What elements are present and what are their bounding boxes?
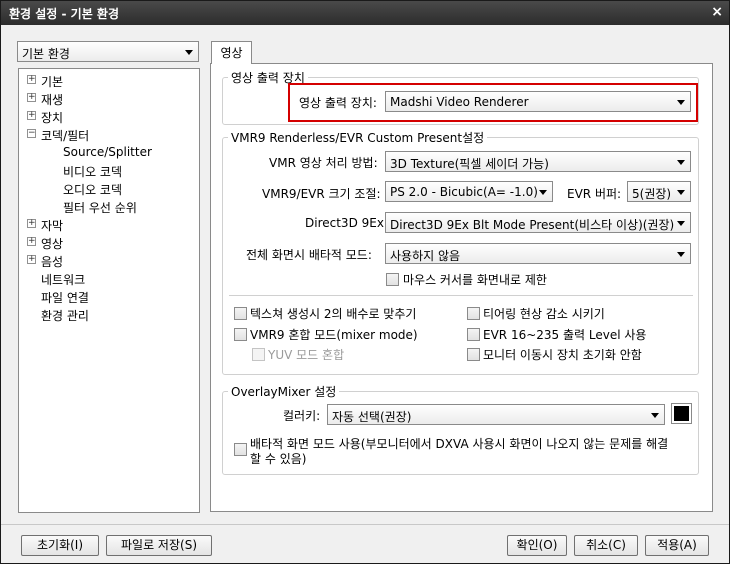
settings-tree[interactable]: + 기본 + 재생 + 장치 − 코덱/필터 Source/Splitter 비… (18, 68, 200, 513)
title-bar[interactable]: 환경 설정 - 기본 환경 × (1, 1, 729, 25)
expand-icon[interactable]: + (27, 219, 36, 228)
category-select-value: 기본 환경 (22, 47, 70, 61)
texture-pow2-checkbox[interactable] (234, 307, 247, 320)
tree-item-label: 자막 (41, 219, 64, 233)
separator (229, 295, 693, 296)
output-device-select[interactable]: Madshi Video Renderer (385, 91, 691, 112)
colorkey-select[interactable]: 자동 선택(권장) (327, 404, 665, 425)
chevron-down-icon (185, 50, 193, 55)
reset-button[interactable]: 초기화(I) (21, 535, 99, 556)
colorkey-color (674, 406, 689, 421)
tree-item-label: 코덱/필터 (41, 129, 90, 143)
colorkey-value: 자동 선택(권장) (332, 410, 412, 424)
output-device-label: 영상 출력 장치: (299, 96, 377, 110)
d3d9ex-label: Direct3D 9Ex: (305, 216, 388, 230)
vmr9-mixer-checkbox[interactable] (234, 328, 247, 341)
apply-button[interactable]: 적용(A) (645, 535, 709, 556)
fullscreen-exclusive-label: 전체 화면시 배타적 모드: (246, 248, 372, 262)
expand-icon[interactable]: + (27, 75, 36, 84)
evr-level-label: EVR 16~235 출력 Level 사용 (483, 328, 647, 342)
close-icon[interactable]: × (711, 4, 723, 20)
monitor-reinit-label: 모니터 이동시 장치 초기화 안함 (483, 348, 642, 362)
footer-separator (1, 524, 729, 525)
yuv-mix-label: YUV 모드 혼합 (268, 348, 345, 362)
expand-icon[interactable]: + (27, 237, 36, 246)
vmr-resize-label: VMR9/EVR 크기 조절: (262, 187, 381, 201)
window-title: 환경 설정 - 기본 환경 (9, 7, 120, 21)
evr-buffer-select[interactable]: 5(권장) (627, 181, 691, 202)
tree-item-label: 재생 (41, 93, 64, 107)
expand-icon[interactable]: + (27, 255, 36, 264)
overlay-group-title: OverlayMixer 설정 (228, 383, 340, 400)
category-select[interactable]: 기본 환경 (17, 41, 199, 62)
chevron-down-icon (539, 190, 547, 195)
exclusive-mode-label-line1: 배타적 화면 모드 사용(부모니터에서 DXVA 사용시 화면이 나오지 않는 … (250, 437, 669, 451)
vmr-processing-value: 3D Texture(픽셀 세이더 가능) (390, 157, 549, 171)
d3d9ex-value: Direct3D 9Ex Blt Mode Present(비스타 이상)(권장… (390, 218, 675, 232)
fullscreen-exclusive-select[interactable]: 사용하지 않음 (385, 243, 691, 264)
chevron-down-icon (651, 413, 659, 418)
exclusive-mode-label-line2: 할 수 있음) (250, 452, 307, 466)
vmr-processing-label: VMR 영상 처리 방법: (269, 156, 378, 170)
tab-video[interactable]: 영상 (211, 41, 252, 64)
cancel-button[interactable]: 취소(C) (574, 535, 638, 556)
collapse-icon[interactable]: − (27, 129, 36, 138)
vmr-processing-select[interactable]: 3D Texture(픽셀 세이더 가능) (385, 151, 691, 172)
output-device-group-title: 영상 출력 장치 (228, 69, 308, 86)
colorkey-label: 컬러키: (283, 409, 321, 423)
evr-level-checkbox[interactable] (467, 328, 480, 341)
yuv-mix-checkbox[interactable] (252, 348, 265, 361)
d3d9ex-select[interactable]: Direct3D 9Ex Blt Mode Present(비스타 이상)(권장… (385, 212, 691, 233)
tree-item-label: 음성 (41, 255, 64, 269)
tree-item-label: 네트워크 (41, 273, 86, 287)
preferences-window: 환경 설정 - 기본 환경 × 기본 환경 + 기본 + 재생 + 장치 − 코… (0, 0, 730, 564)
colorkey-swatch-button[interactable] (671, 403, 692, 424)
expand-icon[interactable]: + (27, 111, 36, 120)
monitor-reinit-checkbox[interactable] (467, 348, 480, 361)
texture-pow2-label: 텍스쳐 생성시 2의 배수로 맞추기 (250, 307, 417, 321)
vmr9-mixer-label: VMR9 혼합 모드(mixer mode) (250, 328, 418, 342)
tree-item-label: 기본 (41, 75, 64, 89)
tree-item-label: 장치 (41, 111, 64, 125)
tearing-reduce-label: 티어링 현상 감소 시키기 (483, 307, 605, 321)
evr-buffer-label: EVR 버퍼: (567, 187, 622, 201)
tree-item-label: Source/Splitter (63, 145, 152, 159)
chevron-down-icon (677, 252, 685, 257)
vmr9-group-title: VMR9 Renderless/EVR Custom Present설정 (228, 129, 488, 146)
tearing-reduce-checkbox[interactable] (467, 307, 480, 320)
tree-item-label: 필터 우선 순위 (63, 201, 137, 215)
tree-item-label: 환경 관리 (41, 309, 89, 323)
chevron-down-icon (677, 160, 685, 165)
output-device-value: Madshi Video Renderer (390, 95, 529, 109)
ok-button[interactable]: 확인(O) (507, 535, 567, 556)
exclusive-mode-checkbox[interactable] (234, 443, 247, 456)
tree-item-label: 비디오 코덱 (63, 165, 123, 179)
evr-buffer-value: 5(권장) (632, 187, 672, 201)
mouse-limit-checkbox[interactable] (386, 273, 399, 286)
vmr-resize-select[interactable]: PS 2.0 - Bicubic(A= -1.0) (385, 181, 553, 202)
tree-item-label: 오디오 코덱 (63, 183, 123, 197)
chevron-down-icon (677, 221, 685, 226)
vmr-resize-value: PS 2.0 - Bicubic(A= -1.0) (390, 185, 538, 199)
chevron-down-icon (677, 190, 685, 195)
tree-item-label: 영상 (41, 237, 64, 251)
save-to-file-button[interactable]: 파일로 저장(S) (106, 535, 212, 556)
tree-item-label: 파일 연결 (41, 291, 89, 305)
mouse-limit-label: 마우스 커서를 화면내로 제한 (403, 273, 547, 287)
chevron-down-icon (677, 100, 685, 105)
fullscreen-exclusive-value: 사용하지 않음 (390, 249, 461, 263)
expand-icon[interactable]: + (27, 93, 36, 102)
